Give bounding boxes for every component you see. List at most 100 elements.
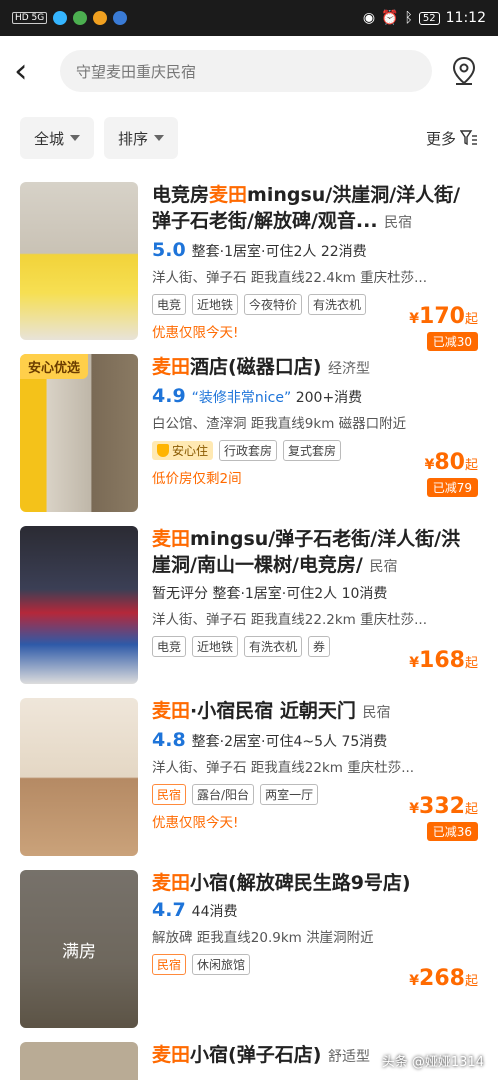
listing-photo [20, 698, 138, 856]
listing-title: 麦田酒店(磁器口店) 经济型 [152, 354, 478, 382]
review-quote: “装修非常nice” [191, 390, 292, 406]
feature-badge: 有洗衣机 [308, 294, 367, 315]
room-meta: 整套·2居室·可住4~5人 75消费 [191, 734, 388, 750]
filter-city-label: 全城 [34, 129, 65, 148]
listing-card[interactable]: 满房 麦田小宿(解放碑民生路9号店) 4.7 44消费 解放碑 距我直线20.9k… [0, 862, 498, 1034]
listing-info: 麦田酒店(磁器口店) 经济型 4.9 “装修非常nice” 200+消费 白公馆、… [138, 354, 478, 518]
price: ¥332起 [409, 794, 478, 819]
location-text: 解放碑 距我直线20.9km 洪崖洞附近 [152, 930, 374, 946]
listing-type: 经济型 [328, 361, 371, 377]
filter-bar: 全城 排序 更多 [0, 106, 498, 170]
price-value: 80 [434, 450, 465, 475]
listing-title: 麦田mingsu/弹子石老街/洋人街/洪崖洞/南山一棵树/电竞房/ 民宿 [152, 526, 478, 580]
feature-badge: 休闲旅馆 [192, 954, 251, 975]
feature-badge: 近地铁 [192, 636, 239, 657]
anxin-selected-tag: 安心优选 [20, 354, 89, 379]
back-icon[interactable]: ‹ [14, 54, 48, 88]
price: ¥168起 [409, 648, 478, 673]
listing-title: 麦田小宿(解放碑民生路9号店) [152, 870, 478, 896]
title-suffix: 小宿(弹子石店) [190, 1044, 322, 1066]
anxin-label: 安心住 [172, 444, 209, 458]
location-pin-icon [452, 56, 476, 85]
listing-type: 民宿 [384, 215, 413, 231]
status-left: HD 5G [12, 11, 128, 25]
more-filters-label: 更多 [425, 129, 456, 148]
listing-list: 电竞房麦田mingsu/洪崖洞/洋人街/弹子石老街/解放碑/观音... 民宿 5… [0, 170, 498, 1080]
feature-badge: 有洗衣机 [244, 636, 303, 657]
listing-title: 电竞房麦田mingsu/洪崖洞/洋人街/弹子石老街/解放碑/观音... 民宿 [152, 182, 478, 236]
listing-type: 民宿 [369, 559, 398, 575]
price-unit: 起 [464, 656, 478, 671]
price-value: 168 [419, 648, 465, 673]
title-prefix: 电竞房 [152, 184, 210, 206]
clock: 11:12 [445, 10, 486, 26]
title-suffix: mingsu/弹子石老街/洋人街/洪崖洞/南山一棵树/电竞房/ [152, 528, 461, 576]
search-text: 守望麦田重庆民宿 [76, 62, 197, 81]
listing-photo [20, 526, 138, 684]
price-value: 170 [419, 304, 465, 329]
rating-score: 5.0 [152, 239, 186, 261]
room-meta: 整套·1居室·可住2人 10消费 [212, 586, 388, 602]
coupon-badge: 券 [308, 636, 331, 657]
listing-type: 民宿 [362, 705, 391, 721]
shield-icon [157, 444, 169, 457]
title-highlight: 麦田 [152, 872, 191, 894]
search-header: ‹ 守望麦田重庆民宿 [0, 36, 498, 106]
eye-icon: ◉ [362, 10, 376, 26]
app-icon [93, 11, 108, 25]
listing-photo: 安心优选 [20, 354, 138, 512]
listing-info: 麦田·小宿民宿 近朝天门 民宿 4.8 整套·2居室·可住4~5人 75消费 洋人… [138, 698, 478, 862]
price: ¥268起 [409, 966, 478, 991]
title-suffix: 小宿(解放碑民生路9号店) [190, 872, 411, 894]
network-indicator: HD 5G [12, 12, 48, 24]
listing-card[interactable]: 麦田mingsu/弹子石老街/洋人街/洪崖洞/南山一棵树/电竞房/ 民宿 暂无评… [0, 518, 498, 690]
rating-row: 4.8 整套·2居室·可住4~5人 75消费 [152, 730, 478, 752]
discount-badge: 已减79 [426, 478, 478, 497]
listing-info: 电竞房麦田mingsu/洪崖洞/洋人街/弹子石老街/解放碑/观音... 民宿 5… [138, 182, 478, 351]
price-value: 268 [419, 966, 465, 991]
listing-info: 麦田mingsu/弹子石老街/洋人街/洪崖洞/南山一棵树/电竞房/ 民宿 暂无评… [138, 526, 478, 690]
rating-row: 4.7 44消费 [152, 900, 478, 922]
alarm-icon: ⏰ [381, 10, 399, 26]
rating-score: 4.9 [152, 385, 186, 407]
status-right: ◉ ⏰ ᛒ 52 11:12 [363, 10, 486, 26]
listing-photo [20, 182, 138, 340]
price-unit: 起 [464, 802, 478, 817]
more-filters-button[interactable]: 更多 [426, 128, 478, 149]
feature-badge: 复式套房 [283, 440, 342, 461]
feature-badge: 电竞 [152, 294, 187, 315]
title-suffix: 酒店(磁器口店) [190, 356, 322, 378]
feature-badge: 电竞 [152, 636, 187, 657]
listing-title: 麦田·小宿民宿 近朝天门 民宿 [152, 698, 478, 726]
feature-badge: 行政套房 [219, 440, 278, 461]
price-value: 332 [419, 794, 465, 819]
feature-badge: 今夜特价 [244, 294, 303, 315]
listing-card[interactable]: 麦田·小宿民宿 近朝天门 民宿 4.8 整套·2居室·可住4~5人 75消费 洋人… [0, 690, 498, 862]
price: ¥170起 [409, 304, 478, 329]
no-rating: 暂无评分 [152, 586, 208, 602]
filter-city[interactable]: 全城 [20, 117, 95, 159]
map-button[interactable] [444, 51, 484, 91]
listing-info: 麦田小宿(解放碑民生路9号店) 4.7 44消费 解放碑 距我直线20.9km 洪… [138, 870, 478, 1034]
rating-row: 暂无评分 整套·1居室·可住2人 10消费 [152, 584, 478, 604]
listing-photo [20, 1042, 138, 1080]
rating-score: 4.7 [152, 899, 186, 921]
anxin-badge: 安心住 [152, 441, 214, 460]
location-text: 白公馆、渣滓洞 距我直线9km 磁器口附近 [152, 416, 407, 432]
listing-card[interactable]: 安心优选 麦田酒店(磁器口店) 经济型 4.9 “装修非常nice” 200+消费… [0, 346, 498, 518]
status-bar: HD 5G ◉ ⏰ ᛒ 52 11:12 [0, 0, 498, 36]
title-highlight: 麦田 [152, 700, 191, 722]
feature-badge: 露台/阳台 [192, 784, 255, 805]
filter-sort-label: 排序 [118, 129, 149, 148]
chevron-down-icon [154, 135, 165, 141]
title-highlight: 麦田 [152, 1044, 191, 1066]
listing-card[interactable]: 电竞房麦田mingsu/洪崖洞/洋人街/弹子石老街/解放碑/观音... 民宿 5… [0, 174, 498, 351]
price-unit: 起 [464, 312, 478, 327]
price-unit: 起 [464, 458, 478, 473]
watermark-text: 头条 @娅娅1314 [381, 1055, 484, 1070]
bluetooth-icon: ᛒ [404, 10, 413, 26]
battery-indicator: 52 [418, 11, 440, 25]
feature-badge: 两室一厅 [260, 784, 319, 805]
filter-sort[interactable]: 排序 [104, 117, 179, 159]
search-input[interactable]: 守望麦田重庆民宿 [60, 50, 432, 92]
